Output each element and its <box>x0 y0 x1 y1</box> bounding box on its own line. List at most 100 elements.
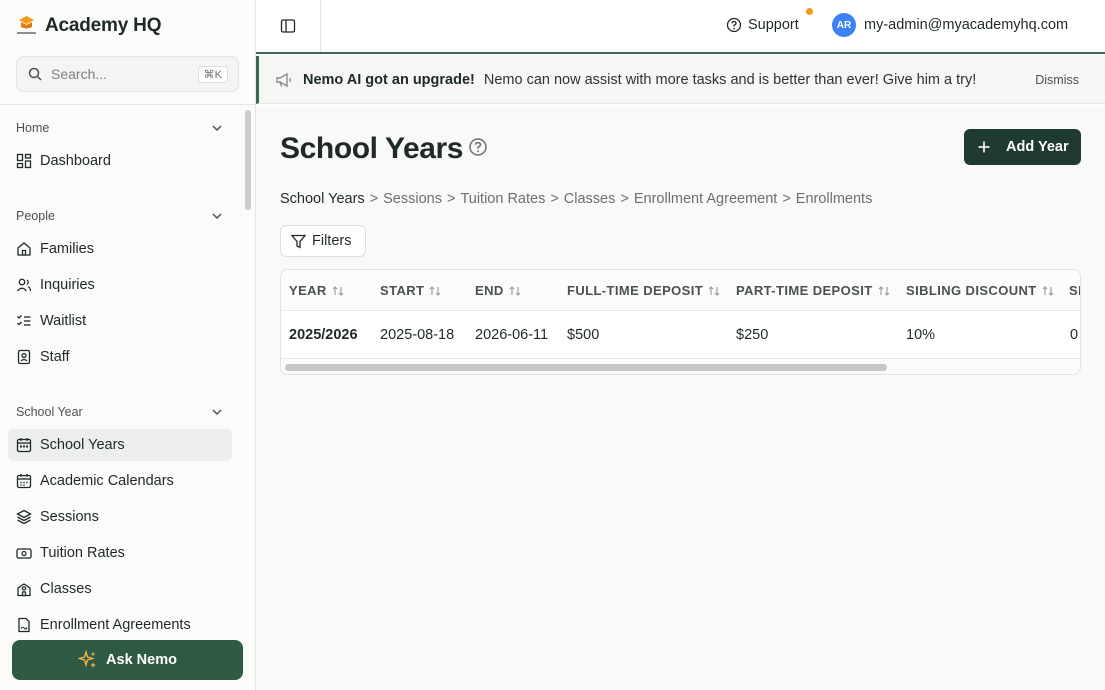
column-part-time-deposit[interactable]: PART-TIME DEPOSIT <box>736 283 891 298</box>
sidebar-item-label: Sessions <box>40 509 99 525</box>
cell-truncated: 0 <box>1070 327 1079 343</box>
add-year-button[interactable]: Add Year <box>964 129 1081 165</box>
column-full-time-deposit[interactable]: FULL-TIME DEPOSIT <box>567 283 721 298</box>
column-label: END <box>475 283 504 298</box>
section-home-title: Home <box>16 121 50 135</box>
sidebar-nav: Home Dashboard People Families Inquiries… <box>0 105 240 640</box>
sidebar-scrollbar-thumb[interactable] <box>245 110 251 210</box>
sidebar-item-label: Staff <box>40 349 70 365</box>
breadcrumb-enrollments[interactable]: Enrollments <box>796 191 873 207</box>
section-home-header[interactable]: Home <box>16 118 224 138</box>
announcement-banner: Nemo AI got an upgrade! Nemo can now ass… <box>256 56 1105 104</box>
section-people-title: People <box>16 209 55 223</box>
breadcrumb-separator: > <box>620 191 629 207</box>
sort-icon <box>332 285 344 296</box>
main-content: School Years Add Year School Years > Sessi… <box>256 105 1105 690</box>
table-header: YEAR START END FULL-TIME DEPOSIT PART-TI… <box>281 270 1080 311</box>
breadcrumb: School Years > Sessions > Tuition Rates > Clas… <box>280 191 872 207</box>
column-label: START <box>380 283 425 298</box>
filter-icon <box>291 234 306 249</box>
sidebar-item-label: Families <box>40 241 94 257</box>
table-row[interactable]: 2025/2026 2025-08-18 2026-06-11 $500 $25… <box>281 311 1080 359</box>
cell-start: 2025-08-18 <box>380 327 455 343</box>
column-truncated[interactable]: SI <box>1069 283 1080 298</box>
section-school-year-header[interactable]: School Year <box>16 402 224 422</box>
search-box[interactable]: Search... ⌘K <box>16 56 239 92</box>
add-year-label: Add Year <box>1006 139 1069 155</box>
column-label: SIBLING DISCOUNT <box>906 283 1037 298</box>
chevron-down-icon <box>212 125 222 132</box>
sidebar-item-academic-calendars[interactable]: Academic Calendars <box>8 465 232 497</box>
school-icon <box>17 583 31 597</box>
calendar-icon <box>16 438 32 453</box>
panel-left-icon <box>280 19 296 33</box>
avatar: AR <box>832 13 856 37</box>
breadcrumb-separator: > <box>550 191 559 207</box>
sidebar-item-label: Waitlist <box>40 313 87 329</box>
column-year[interactable]: YEAR <box>289 283 345 298</box>
help-circle-icon <box>726 17 742 33</box>
sidebar-item-staff[interactable]: Staff <box>8 341 232 373</box>
search-input[interactable]: Search... <box>51 66 198 82</box>
sidebar-item-inquiries[interactable]: Inquiries <box>8 269 232 301</box>
sidebar-item-school-years[interactable]: School Years <box>8 429 232 461</box>
filters-label: Filters <box>312 233 352 249</box>
column-label: PART-TIME DEPOSIT <box>736 283 873 298</box>
cell-sibling-discount: 10% <box>906 327 936 343</box>
sort-icon <box>878 285 890 296</box>
file-signature-icon <box>18 617 30 633</box>
users-icon <box>16 278 32 292</box>
app-name: Academy HQ <box>45 15 162 36</box>
page-title: School Years <box>280 132 464 165</box>
section-people-header[interactable]: People <box>16 206 224 226</box>
sidebar-item-waitlist[interactable]: Waitlist <box>8 305 232 337</box>
brand[interactable]: Academy HQ <box>16 12 161 40</box>
breadcrumb-separator: > <box>446 191 456 207</box>
sidebar-item-label: Classes <box>40 581 92 597</box>
sidebar-item-dashboard[interactable]: Dashboard <box>8 145 232 177</box>
sidebar-item-classes[interactable]: Classes <box>8 573 232 605</box>
chevron-down-icon <box>212 213 222 220</box>
column-start[interactable]: START <box>380 283 442 298</box>
sidebar-item-sessions[interactable]: Sessions <box>8 501 232 533</box>
support-link[interactable]: Support <box>726 14 799 36</box>
sidebar-item-tuition-rates[interactable]: Tuition Rates <box>8 537 232 569</box>
user-email: my-admin@myacademyhq.com <box>864 17 1069 33</box>
ask-nemo-button[interactable]: Ask Nemo <box>12 640 243 680</box>
table-scrollbar-thumb[interactable] <box>285 364 887 371</box>
column-end[interactable]: END <box>475 283 522 298</box>
plus-icon <box>978 141 990 153</box>
filters-button[interactable]: Filters <box>280 225 366 257</box>
cell-full-time-deposit: $500 <box>567 327 600 343</box>
support-label: Support <box>748 17 799 33</box>
sidebar-item-families[interactable]: Families <box>8 233 232 265</box>
dismiss-button[interactable]: Dismiss <box>1035 73 1079 87</box>
sidebar-item-enrollment-agreements[interactable]: Enrollment Agreements <box>8 609 232 640</box>
dashboard-icon <box>16 153 32 169</box>
breadcrumb-tuition-rates[interactable]: Tuition Rates <box>460 191 545 207</box>
breadcrumb-enrollment-agreement[interactable]: Enrollment Agreement <box>634 191 777 207</box>
section-school-year-title: School Year <box>16 405 83 419</box>
sparkles-icon <box>78 650 97 668</box>
breadcrumb-school-years[interactable]: School Years <box>280 191 365 207</box>
ask-nemo-label: Ask Nemo <box>106 652 177 668</box>
cell-year: 2025/2026 <box>289 327 358 343</box>
cell-end: 2026-06-11 <box>475 327 549 343</box>
breadcrumb-sessions[interactable]: Sessions <box>383 191 442 207</box>
sort-icon <box>708 285 720 296</box>
calendar-grid-icon <box>16 474 32 489</box>
breadcrumb-classes[interactable]: Classes <box>564 191 616 207</box>
column-sibling-discount[interactable]: SIBLING DISCOUNT <box>906 283 1055 298</box>
help-icon[interactable] <box>468 137 488 157</box>
banner-text: Nemo can now assist with more tasks and … <box>483 71 977 88</box>
list-checks-icon <box>17 315 31 326</box>
chevron-down-icon <box>212 409 222 416</box>
sidebar-item-label: School Years <box>40 437 125 453</box>
column-label: FULL-TIME DEPOSIT <box>567 283 704 298</box>
sidebar-toggle-button[interactable] <box>256 0 321 52</box>
user-menu[interactable]: AR my-admin@myacademyhq.com <box>832 13 1068 37</box>
layers-icon <box>16 509 32 525</box>
sidebar: Academy HQ Search... ⌘K Home Dashboard P… <box>0 0 256 690</box>
sidebar-item-label: Academic Calendars <box>40 473 174 489</box>
home-icon <box>17 242 31 256</box>
